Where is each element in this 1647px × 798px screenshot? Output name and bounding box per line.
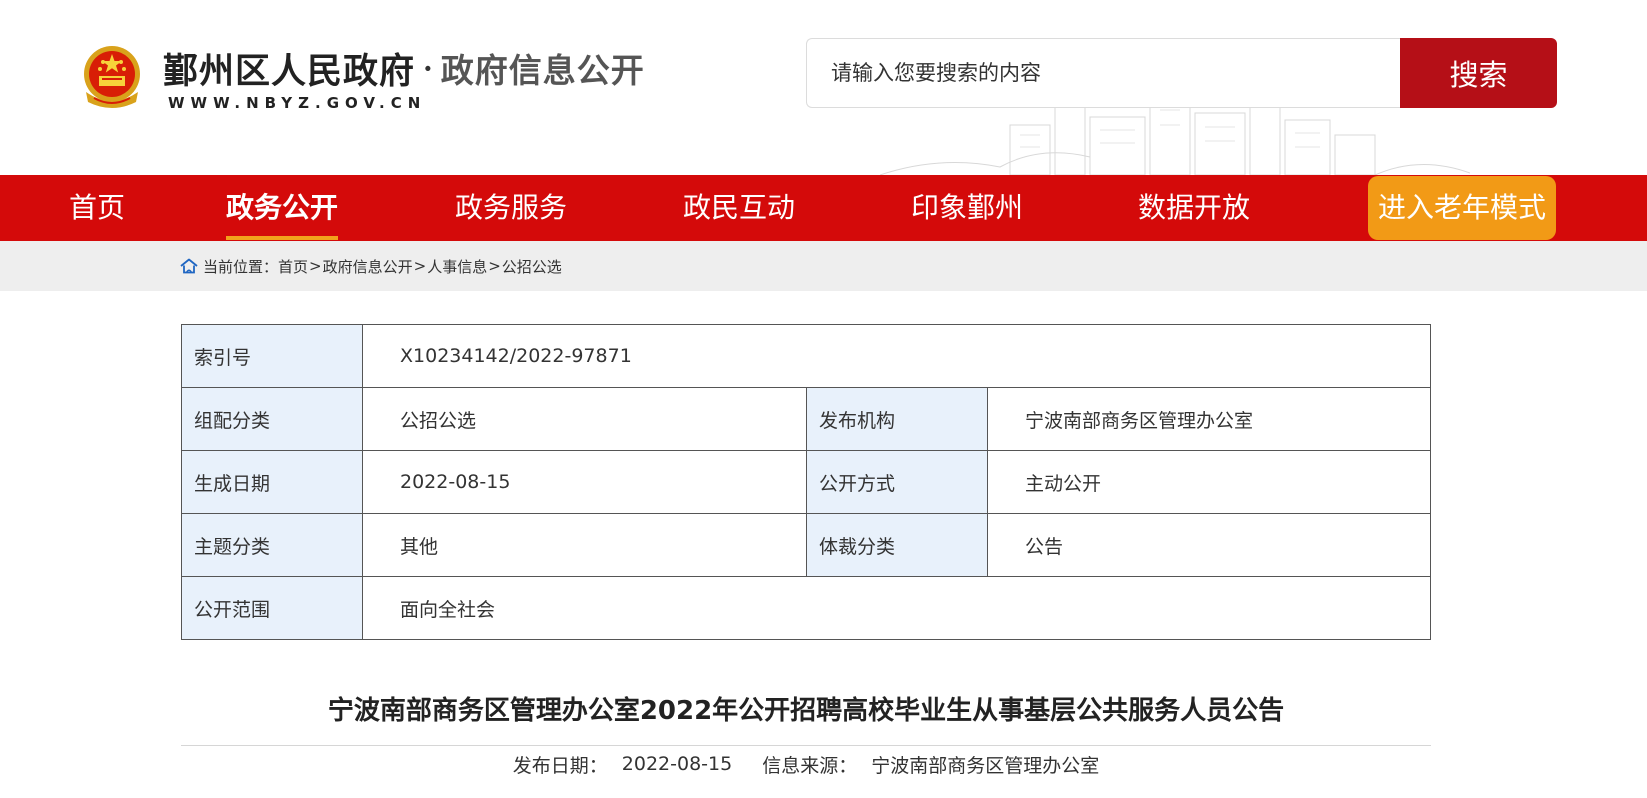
nav-item-open-data[interactable]: 数据开放 — [1138, 175, 1250, 241]
home-icon — [180, 258, 198, 274]
breadcrumb-item-home[interactable]: 首页 — [278, 256, 308, 277]
date-value: 2022-08-15 — [362, 450, 807, 514]
scope-label: 公开范围 — [181, 576, 363, 640]
search-button[interactable]: 搜索 — [1400, 38, 1557, 108]
metadata-table: 索引号 X10234142/2022-97871 组配分类 公招公选 发布机构 … — [181, 324, 1431, 640]
scope-value: 面向全社会 — [362, 576, 1431, 640]
genre-label: 体裁分类 — [806, 513, 988, 577]
publisher-value: 宁波南部商务区管理办公室 — [987, 387, 1431, 451]
article-title: 宁波南部商务区管理办公室2022年公开招聘高校毕业生从事基层公共服务人员公告 — [327, 696, 1285, 726]
nav-item-gov-affairs-open[interactable]: 政务公开 — [226, 175, 338, 241]
source-label: 信息来源： — [762, 754, 858, 777]
elder-mode-button[interactable]: 进入老年模式 — [1368, 176, 1556, 240]
topic-label: 主题分类 — [181, 513, 363, 577]
publish-date-label: 发布日期： — [512, 754, 608, 777]
site-name-dot: · — [423, 51, 433, 85]
breadcrumb-separator: > — [488, 257, 501, 275]
table-row: 主题分类 其他 体裁分类 公告 — [181, 513, 1431, 577]
publish-date-value: 2022-08-15 — [621, 753, 733, 775]
table-row: 公开范围 面向全社会 — [181, 576, 1431, 640]
search-input[interactable] — [807, 39, 1401, 107]
index-value: X10234142/2022-97871 — [362, 324, 1431, 388]
breadcrumb-separator: > — [309, 257, 322, 275]
breadcrumb-bar: 当前位置： 首页 > 政府信息公开 > 人事信息 > 公招公选 — [0, 241, 1647, 291]
site-header: 鄞州区人民政府 · 政府信息公开 WWW.NBYZ.GOV.CN 搜索 — [0, 0, 1647, 175]
method-label: 公开方式 — [806, 450, 988, 514]
title-divider — [181, 745, 1431, 746]
breadcrumb: 当前位置： 首页 > 政府信息公开 > 人事信息 > 公招公选 — [180, 241, 562, 291]
search-box — [806, 38, 1401, 108]
source-value: 宁波南部商务区管理办公室 — [871, 754, 1100, 777]
table-row: 生成日期 2022-08-15 公开方式 主动公开 — [181, 450, 1431, 514]
table-row: 组配分类 公招公选 发布机构 宁波南部商务区管理办公室 — [181, 387, 1431, 451]
nav-item-gov-services[interactable]: 政务服务 — [455, 175, 567, 241]
genre-value: 公告 — [987, 513, 1431, 577]
publisher-label: 发布机构 — [806, 387, 988, 451]
site-name[interactable]: 鄞州区人民政府 · 政府信息公开 — [163, 43, 645, 93]
group-value: 公招公选 — [362, 387, 807, 451]
nav-item-impression[interactable]: 印象鄞州 — [911, 175, 1023, 241]
topic-value: 其他 — [362, 513, 807, 577]
index-label: 索引号 — [181, 324, 363, 388]
group-label: 组配分类 — [181, 387, 363, 451]
article-info: 发布日期： 2022-08-15 信息来源： 宁波南部商务区管理办公室 — [181, 749, 1431, 779]
breadcrumb-separator: > — [413, 257, 427, 275]
site-url: WWW.NBYZ.GOV.CN — [168, 94, 427, 112]
nav-item-home[interactable]: 首页 — [55, 175, 139, 241]
method-value: 主动公开 — [987, 450, 1431, 514]
breadcrumb-item-info-open[interactable]: 政府信息公开 — [323, 256, 413, 277]
site-section-name: 政府信息公开 — [440, 51, 645, 90]
breadcrumb-prefix: 当前位置： — [203, 257, 279, 276]
site-name-main: 鄞州区人民政府 — [163, 50, 416, 92]
date-label: 生成日期 — [181, 450, 363, 514]
table-row: 索引号 X10234142/2022-97871 — [181, 324, 1431, 388]
national-emblem-icon — [84, 46, 140, 108]
breadcrumb-item-personnel[interactable]: 人事信息 — [427, 256, 487, 277]
nav-item-interaction[interactable]: 政民互动 — [683, 175, 795, 241]
breadcrumb-item-recruitment[interactable]: 公招公选 — [502, 256, 562, 277]
